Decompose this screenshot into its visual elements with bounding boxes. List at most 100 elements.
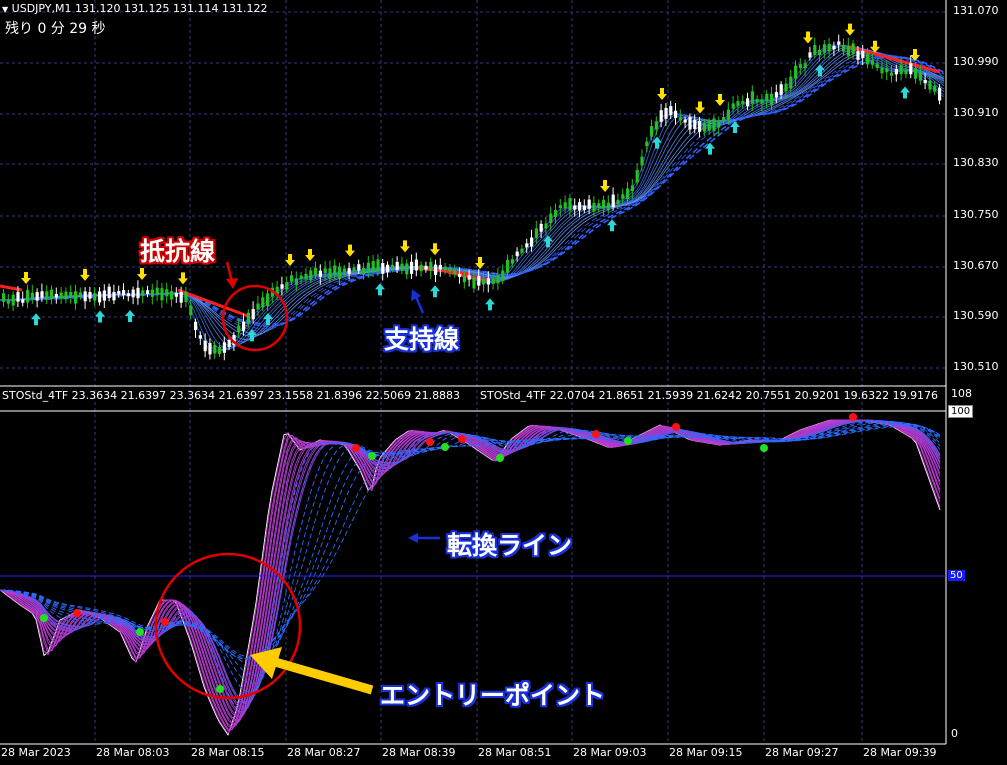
candle-body: [818, 50, 822, 56]
candle-body: [26, 289, 30, 303]
candle-body: [40, 291, 44, 298]
candle-body: [770, 93, 774, 105]
candle-body: [64, 291, 68, 300]
green-dot: [136, 628, 144, 636]
candle-body: [726, 109, 730, 120]
candle-body: [117, 290, 121, 295]
candle-body: [285, 282, 289, 290]
chart-canvas[interactable]: [0, 0, 1007, 765]
candle-body: [54, 293, 58, 298]
candle-body: [107, 286, 111, 298]
candle-body: [266, 293, 270, 306]
candle-body: [88, 292, 92, 299]
candle-body: [664, 107, 668, 119]
candle-body: [506, 259, 510, 273]
candle-body: [338, 266, 342, 280]
candle-body: [246, 312, 250, 324]
up-arrow-icon: [900, 86, 910, 99]
symbol-info-text: USDJPY,M1 131.120 131.125 131.114 131.12…: [11, 2, 268, 15]
candle-body: [477, 275, 481, 286]
candle-body: [131, 289, 135, 298]
price-label: 130.590: [953, 309, 999, 322]
candle-body: [698, 121, 702, 132]
red-dot: [426, 438, 434, 446]
ribbon-line: [0, 55, 945, 327]
candle-body: [746, 98, 750, 107]
time-left-label: 残り 0 分 29 秒: [5, 21, 106, 37]
candle-body: [304, 273, 308, 280]
candle-body: [554, 210, 558, 218]
red-dot: [458, 435, 466, 443]
up-arrow-icon: [125, 310, 135, 322]
candle-body: [78, 292, 82, 296]
candle-body: [112, 291, 116, 301]
candle-body: [750, 91, 754, 104]
candle-body: [155, 287, 159, 295]
time-label: 28 Mar 09:39: [863, 746, 937, 759]
candle-body: [218, 346, 222, 354]
time-label: 28 Mar 08:39: [382, 746, 456, 759]
candle-body: [11, 294, 15, 306]
resistance-annotation: 抵抗線: [140, 237, 216, 266]
candle-body: [827, 44, 831, 52]
candle-body: [568, 198, 572, 211]
candle-body: [414, 259, 418, 271]
turning-line: [0, 419, 941, 711]
up-arrow-icon: [543, 235, 553, 248]
candle-body: [30, 292, 34, 299]
candle-body: [448, 267, 452, 272]
candle-body: [909, 63, 913, 75]
candle-body: [141, 290, 145, 296]
stochastic-line: [0, 419, 941, 721]
candle-body: [741, 100, 745, 104]
candle-body: [434, 264, 438, 275]
candle-body: [794, 65, 798, 79]
time-label: 28 Mar 08:15: [191, 746, 265, 759]
candle-body: [870, 60, 874, 65]
candle-body: [933, 85, 937, 92]
candle-body: [21, 299, 25, 303]
candle-body: [894, 68, 898, 75]
candle-body: [630, 185, 634, 192]
moving-average-ribbon: [0, 44, 945, 352]
candle-body: [760, 99, 764, 104]
candle-body: [405, 263, 409, 275]
green-dot: [760, 444, 768, 452]
resistance-arrowhead: [226, 278, 238, 289]
red-dot: [592, 430, 600, 438]
candle-body: [309, 270, 313, 280]
candle-body: [602, 199, 606, 209]
down-arrow-icon: [695, 101, 705, 114]
candle-body: [722, 117, 726, 122]
candle-body: [534, 228, 538, 238]
candle-body: [765, 93, 769, 102]
stochastic-line: [0, 419, 941, 714]
time-label: 28 Mar 08:51: [478, 746, 552, 759]
candle-body: [731, 103, 735, 109]
candle-body: [395, 261, 399, 270]
green-dot: [496, 454, 504, 462]
green-dot: [624, 437, 632, 445]
candle-body: [74, 291, 78, 304]
indicator-axis-0: 0: [951, 727, 958, 740]
candle-body: [914, 68, 918, 79]
candle-body: [126, 293, 130, 297]
dropdown-triangle-icon[interactable]: ▼: [2, 5, 8, 14]
candle-body: [678, 117, 682, 121]
candle-body: [443, 266, 447, 270]
candle-body: [419, 264, 423, 272]
candle-body: [856, 51, 860, 60]
candle-body: [184, 291, 188, 302]
price-label: 130.750: [953, 208, 999, 221]
down-arrow-icon: [305, 249, 315, 261]
candle-body: [573, 205, 577, 210]
down-arrow-icon: [430, 243, 440, 256]
stochastic-line: [0, 419, 941, 713]
candle-body: [688, 116, 692, 130]
candle-body: [362, 267, 366, 275]
candle-body: [390, 264, 394, 268]
candle-body: [294, 278, 298, 285]
stochastic-line: [0, 419, 941, 718]
candle-body: [875, 63, 879, 68]
candle-body: [798, 64, 802, 68]
